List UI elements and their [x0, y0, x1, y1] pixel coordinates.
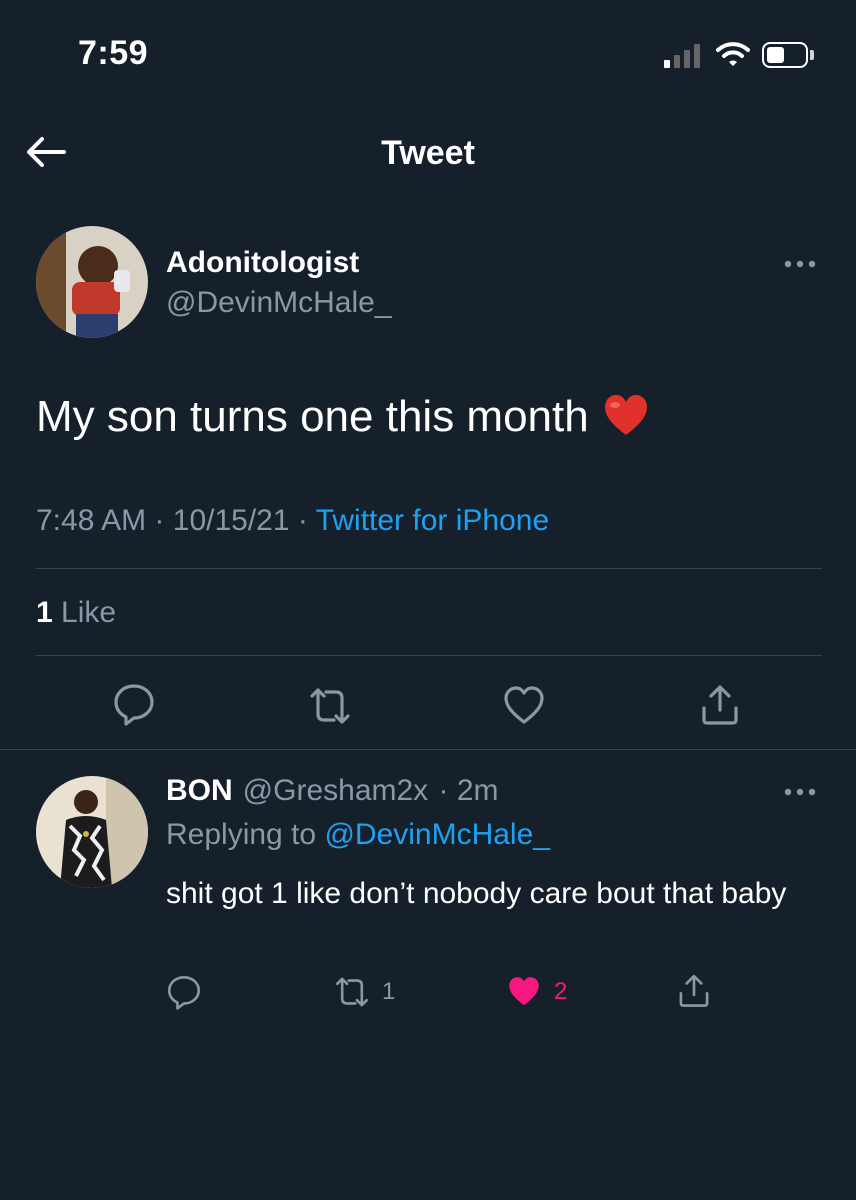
replying-to-mention[interactable]: @DevinMcHale_: [324, 818, 550, 851]
reply-text: shit got 1 like don’t nobody care bout t…: [166, 877, 787, 910]
more-options-icon[interactable]: [784, 259, 816, 269]
reply-retweet-button[interactable]: 1: [334, 972, 395, 1012]
divider: [36, 655, 822, 656]
liked-heart-icon: [509, 977, 539, 1006]
meta-separator: ·: [154, 504, 165, 537]
share-icon: [679, 974, 709, 1007]
reply-handle[interactable]: @Gresham2x: [243, 774, 429, 807]
like-count-row[interactable]: 1 Like: [36, 596, 116, 630]
tweet-meta: 7:48 AM · 10/15/21 · Twitter for iPhone: [36, 504, 549, 538]
like-heart-icon[interactable]: [502, 684, 546, 728]
tweet-source-link[interactable]: Twitter for iPhone: [316, 504, 549, 537]
cellular-signal-icon: [664, 44, 704, 68]
tweet-date: 10/15/21: [172, 504, 290, 537]
meta-separator: ·: [297, 504, 308, 537]
reply-reply-button[interactable]: [166, 972, 202, 1012]
reply-share-button[interactable]: [676, 970, 712, 1010]
reply-more-options-icon[interactable]: [784, 787, 816, 797]
replying-to-line: Replying to @DevinMcHale_: [166, 818, 550, 852]
page-title: Tweet: [381, 134, 475, 172]
replying-to-label: Replying to: [166, 818, 317, 851]
share-icon[interactable]: [698, 682, 742, 726]
reply-display-name[interactable]: BON: [166, 774, 233, 807]
like-label: Like: [61, 596, 117, 629]
reply-author-avatar[interactable]: [36, 776, 148, 888]
reply-retweet-count: 1: [382, 978, 396, 1005]
red-heart-emoji-icon: [604, 395, 647, 435]
divider: [36, 568, 822, 569]
author-handle[interactable]: @DevinMcHale_: [166, 286, 392, 320]
author-avatar[interactable]: [36, 226, 148, 338]
tweet-text-content: My son turns one this month: [36, 392, 589, 441]
section-divider: [0, 749, 856, 750]
reply-age: · 2m: [438, 774, 499, 807]
like-count: 1: [36, 596, 53, 629]
retweet-icon[interactable]: [308, 684, 352, 728]
retweet-icon: [335, 977, 369, 1007]
reply-like-button[interactable]: 2: [506, 972, 567, 1012]
reply-author-line: BON @Gresham2x · 2m: [166, 774, 499, 808]
reply-icon[interactable]: [112, 682, 156, 726]
tweet-time: 7:48 AM: [36, 504, 147, 537]
wifi-icon: [716, 42, 750, 66]
status-time: 7:59: [78, 34, 149, 72]
author-display-name[interactable]: Adonitologist: [166, 246, 359, 280]
reply-icon: [167, 975, 201, 1010]
reply-like-count: 2: [554, 978, 568, 1005]
battery-icon: [762, 42, 808, 68]
tweet-text: My son turns one this month: [36, 390, 649, 444]
battery-nub: [810, 50, 814, 60]
